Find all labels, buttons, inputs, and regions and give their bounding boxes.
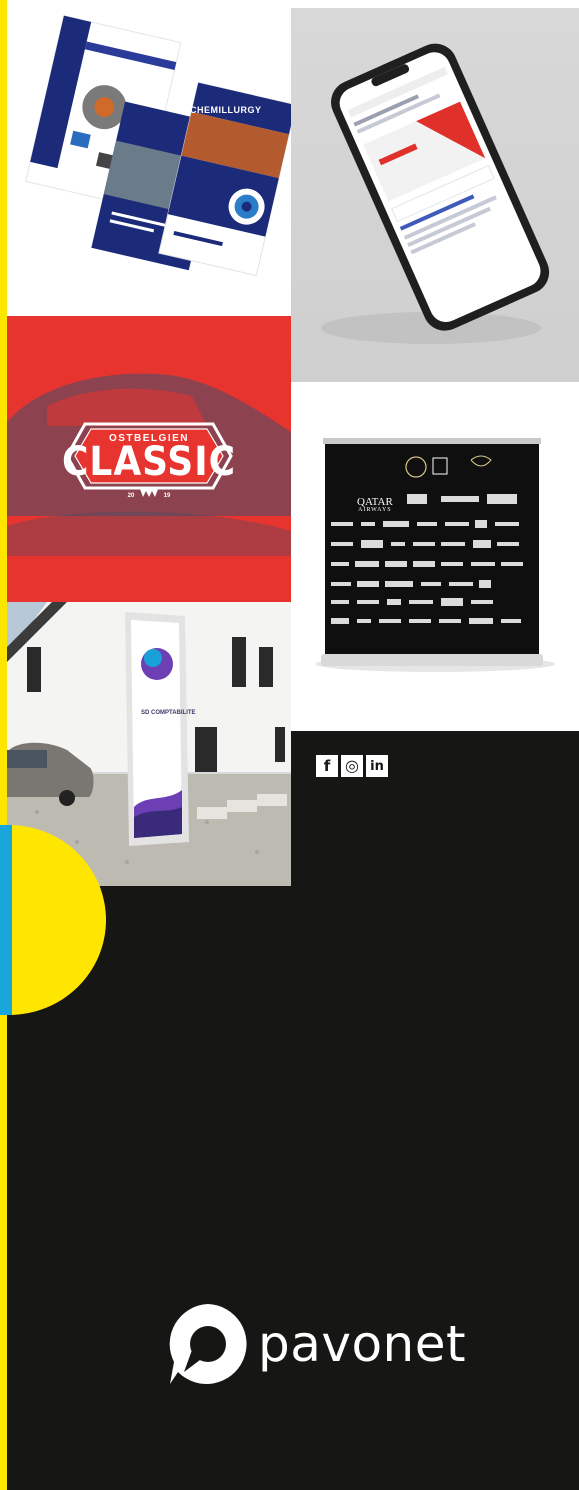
- brochure-tile: CHEMILLURGY: [7, 8, 291, 316]
- facebook-icon[interactable]: f: [316, 755, 338, 777]
- phone-tile: [291, 8, 579, 382]
- classic-tile: OSTBELGIEN CLASSIC 20 19: [7, 316, 291, 602]
- classic-illustration: OSTBELGIEN CLASSIC 20 19: [7, 316, 291, 602]
- rollup-banner: [291, 382, 579, 731]
- classic-badge: OSTBELGIEN CLASSIC 20 19: [62, 422, 236, 499]
- linkedin-icon[interactable]: in: [366, 755, 388, 777]
- badge-year-right: 19: [164, 493, 171, 499]
- phone-mockup: [291, 8, 579, 382]
- rollup-tile: QATAR AIRWAYS: [291, 382, 579, 731]
- page: CHEMILLURGY OSTBELGIEN CLASSIC 20 19 QAT…: [0, 0, 579, 1490]
- social-links: f ◎ in: [316, 755, 388, 777]
- instagram-icon[interactable]: ◎: [341, 755, 363, 777]
- pavonet-logo: pavonet: [166, 1302, 466, 1386]
- blue-accent-bar: [0, 825, 12, 1015]
- pavonet-logo-mark: [169, 1304, 247, 1384]
- badge-main-text: CLASSIC: [62, 439, 236, 485]
- badge-year-left: 20: [128, 493, 135, 499]
- brochure-illustration: [7, 8, 291, 316]
- pavonet-logo-text: pavonet: [258, 1315, 467, 1373]
- qatar-logo-text: QATAR AIRWAYS: [357, 497, 393, 513]
- left-accent-stripe: [0, 0, 7, 1490]
- sign-company: SD COMPTABILITE: [141, 710, 196, 716]
- brochure-title: CHEMILLURGY: [190, 105, 262, 115]
- qatar-sub-text: AIRWAYS: [358, 506, 392, 513]
